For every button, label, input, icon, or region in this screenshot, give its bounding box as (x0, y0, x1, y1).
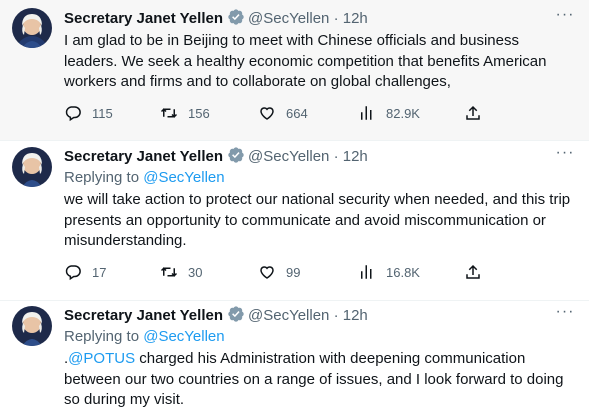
avatar[interactable] (12, 306, 52, 346)
tweet-text: I am glad to be in Beijing to meet with … (64, 32, 547, 90)
like-button[interactable]: 99 (258, 262, 300, 282)
like-icon (260, 266, 274, 279)
tweet-header: Secretary Janet Yellen @SecYellen · 12h (64, 305, 549, 325)
separator-dot: · (333, 148, 339, 165)
verified-badge-icon (227, 8, 245, 32)
avatar[interactable] (12, 147, 52, 187)
replying-to: Replying to @SecYellen (64, 327, 225, 347)
replying-label: Replying to (64, 169, 140, 186)
share-icon (466, 264, 480, 279)
retweet-button[interactable]: 156 (160, 103, 210, 123)
retweet-button[interactable]: 30 (160, 262, 202, 282)
potus-mention[interactable]: @POTUS (68, 350, 135, 367)
verified-badge-icon (227, 146, 245, 170)
text-body: charged his Administration with deepenin… (64, 350, 564, 408)
views-button[interactable]: 16.8K (358, 262, 420, 282)
retweet-count: 156 (188, 105, 210, 121)
share-icon (466, 105, 480, 120)
separator-dot: · (333, 10, 339, 27)
retweet-count: 30 (188, 264, 203, 280)
replying-mention[interactable]: @SecYellen (143, 328, 224, 345)
views-icon (361, 265, 372, 279)
reply-button[interactable]: 115 (64, 103, 113, 123)
timestamp[interactable]: 12h (343, 10, 368, 27)
author-name[interactable]: Secretary Janet Yellen (64, 148, 223, 165)
like-count: 664 (286, 105, 308, 121)
tweet-text: we will take action to protect our natio… (64, 191, 571, 249)
share-button[interactable] (464, 262, 492, 282)
retweet-icon (160, 108, 178, 118)
reply-count: 17 (92, 264, 107, 280)
reply-button[interactable]: 17 (64, 262, 106, 282)
more-icon[interactable]: ··· (555, 7, 575, 28)
author-name[interactable]: Secretary Janet Yellen (64, 10, 223, 27)
like-icon (260, 107, 274, 120)
tweet-actions: 17 30 99 16.8K (64, 262, 494, 282)
tweet-thread: Secretary Janet Yellen @SecYellen · 12h ·… (0, 0, 589, 420)
tweet-actions: 115 156 664 82.9K (64, 103, 494, 123)
retweet-icon (160, 267, 178, 277)
timestamp[interactable]: 12h (343, 307, 368, 324)
replying-to: Replying to @SecYellen (64, 168, 225, 188)
verified-badge-icon (227, 305, 245, 329)
author-handle[interactable]: @SecYellen (248, 10, 329, 27)
author-handle[interactable]: @SecYellen (248, 307, 329, 324)
tweet-header: Secretary Janet Yellen @SecYellen · 12h (64, 8, 549, 28)
more-icon[interactable]: ··· (555, 145, 575, 166)
like-count: 99 (286, 264, 301, 280)
avatar[interactable] (12, 8, 52, 48)
views-icon (361, 106, 372, 120)
replying-mention[interactable]: @SecYellen (143, 169, 224, 186)
author-name[interactable]: Secretary Janet Yellen (64, 307, 223, 324)
views-button[interactable]: 82.9K (358, 103, 420, 123)
separator-dot: · (333, 307, 339, 324)
share-button[interactable] (464, 103, 492, 123)
reply-icon (65, 106, 81, 122)
like-button[interactable]: 664 (258, 103, 308, 123)
timestamp[interactable]: 12h (343, 148, 368, 165)
replying-label: Replying to (64, 328, 140, 345)
reply-count: 115 (92, 105, 113, 121)
view-count: 16.8K (386, 264, 420, 280)
more-icon[interactable]: ··· (555, 304, 575, 325)
view-count: 82.9K (386, 105, 420, 121)
reply-icon (65, 265, 81, 281)
tweet-text: .@POTUS charged his Administration with … (64, 349, 576, 411)
author-handle[interactable]: @SecYellen (248, 148, 329, 165)
tweet-header: Secretary Janet Yellen @SecYellen · 12h (64, 146, 549, 166)
